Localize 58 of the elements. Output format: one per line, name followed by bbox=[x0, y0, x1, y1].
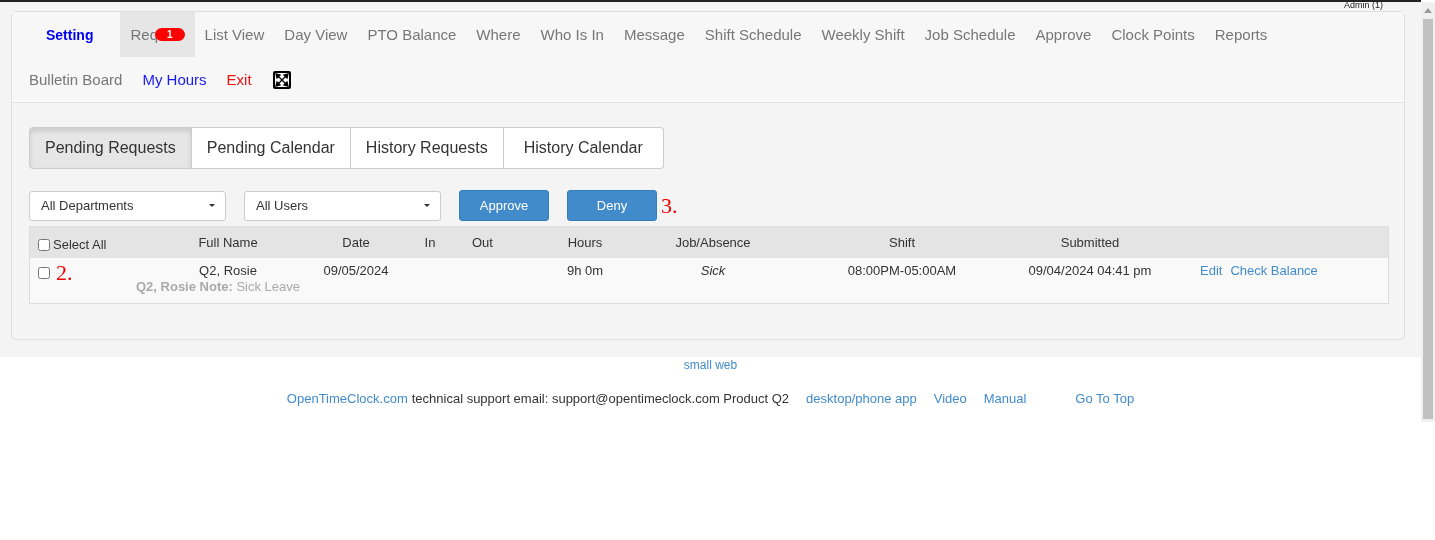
column-header: Shift bbox=[888, 235, 916, 250]
table-cell-text: Q2, Rosie bbox=[198, 262, 258, 280]
tab[interactable]: Pending Calendar bbox=[191, 127, 351, 169]
nav-item[interactable]: PTO Balance bbox=[357, 12, 467, 57]
nav-item[interactable]: Approve bbox=[1025, 12, 1102, 57]
nav-item[interactable]: My Hours bbox=[132, 57, 217, 102]
nav-item[interactable]: Clock Points bbox=[1101, 12, 1205, 57]
column-header: Submitted bbox=[1059, 235, 1121, 250]
scrollbar[interactable] bbox=[1421, 2, 1435, 422]
table-cell-text: 9h 0m bbox=[565, 262, 605, 280]
row-link[interactable]: Edit bbox=[1200, 263, 1223, 278]
footer-link[interactable]: OpenTimeClock.com bbox=[286, 391, 408, 406]
nav-item[interactable]: Shift Schedule bbox=[694, 12, 812, 57]
nav-item[interactable]: List View bbox=[194, 12, 275, 57]
nav-item[interactable]: Exit bbox=[216, 57, 262, 102]
nav-item[interactable]: Setting bbox=[19, 12, 121, 57]
column-header: Job/Absence bbox=[674, 235, 752, 250]
action-button[interactable]: Deny bbox=[567, 190, 657, 221]
column-header: Out bbox=[471, 235, 494, 250]
annotation-number: 2. bbox=[56, 262, 73, 284]
column-header: In bbox=[423, 235, 437, 250]
nav-item[interactable]: Bulletin Board bbox=[19, 57, 133, 102]
caret-icon bbox=[424, 204, 430, 207]
footer-link[interactable]: desktop/phone app bbox=[806, 391, 917, 406]
column-header: Full Name bbox=[197, 235, 259, 250]
nav-item[interactable]: Where bbox=[466, 12, 531, 57]
tab[interactable]: Pending Requests bbox=[29, 127, 192, 169]
row-link[interactable]: Check Balance bbox=[1230, 263, 1318, 278]
caret-icon bbox=[209, 204, 215, 207]
request-note: Q2, Rosie Note: Sick Leave bbox=[135, 279, 301, 294]
tab[interactable]: History Requests bbox=[350, 127, 504, 169]
table-cell-text: Sick bbox=[699, 262, 727, 280]
checkbox[interactable] bbox=[38, 267, 50, 279]
column-header: Date bbox=[341, 235, 371, 250]
nav-item[interactable]: Job Schedule bbox=[914, 12, 1026, 57]
column-header: Hours bbox=[566, 235, 604, 250]
support-text: technical support email: support@opentimeclock.com Product Q2 bbox=[411, 391, 790, 406]
nav-item[interactable]: Weekly Shift bbox=[811, 12, 915, 57]
nav-item[interactable]: Day View bbox=[274, 12, 358, 57]
footer-link[interactable]: Manual bbox=[983, 391, 1027, 406]
table-cell-text: 09/05/2024 bbox=[322, 262, 390, 280]
footer-link[interactable]: Video bbox=[933, 391, 967, 406]
nav-item[interactable]: Who Is In bbox=[530, 12, 614, 57]
checkbox[interactable] bbox=[38, 238, 50, 251]
dropdown[interactable]: All Users bbox=[244, 190, 441, 221]
small-web-link[interactable]: small web bbox=[683, 358, 738, 372]
table-cell-text: 09/04/2024 04:41 pm bbox=[1027, 262, 1153, 280]
select-all-label: Select All bbox=[53, 237, 107, 252]
scroll-thumb[interactable] bbox=[1423, 19, 1433, 419]
nav-item[interactable]: Message bbox=[613, 12, 695, 57]
action-button[interactable]: Approve bbox=[459, 190, 549, 221]
annotation-number: 3. bbox=[661, 192, 678, 219]
tab[interactable]: History Calendar bbox=[503, 127, 664, 169]
nav-item[interactable]: Reports bbox=[1204, 12, 1278, 57]
go-to-top-link[interactable]: Go To Top bbox=[1075, 391, 1135, 406]
dropdown[interactable]: All Departments bbox=[29, 190, 226, 221]
table-cell-text: 08:00PM-05:00AM bbox=[846, 262, 958, 280]
fullscreen-icon[interactable] bbox=[271, 69, 292, 90]
